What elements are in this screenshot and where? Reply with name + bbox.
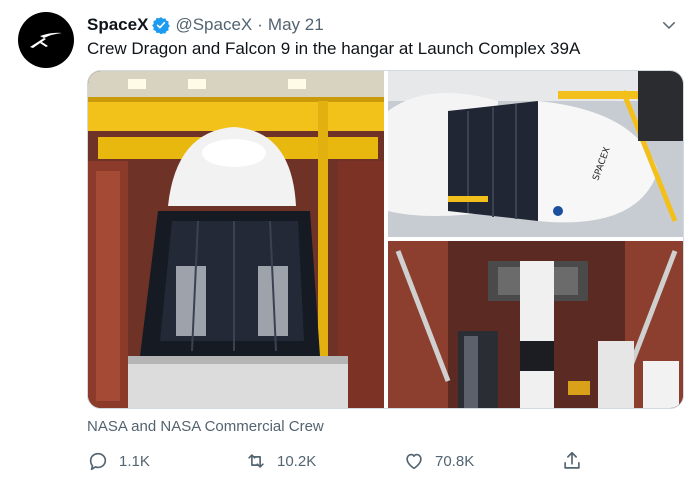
retweet-icon: [248, 454, 264, 468]
photo-dragon-on-falcon[interactable]: SPACEX: [388, 71, 683, 237]
reply-count: 1.1K: [119, 452, 150, 470]
photo-falcon-overhead[interactable]: [388, 241, 683, 408]
reply-button[interactable]: 1.1K: [87, 448, 150, 474]
media-grid[interactable]: SPACEX: [87, 70, 684, 409]
display-name[interactable]: SpaceX: [87, 15, 148, 35]
tweet-header: SpaceX @SpaceX · May 21: [87, 14, 680, 36]
more-options-button[interactable]: [658, 14, 680, 36]
photo-crew-dragon[interactable]: [88, 71, 384, 408]
retweet-button[interactable]: 10.2K: [245, 448, 316, 474]
tweet-text: Crew Dragon and Falcon 9 in the hangar a…: [87, 39, 581, 58]
like-count: 70.8K: [435, 452, 475, 470]
tweet-date[interactable]: May 21: [268, 15, 324, 35]
like-button[interactable]: 70.8K: [403, 448, 474, 474]
separator-dot: ·: [257, 15, 263, 34]
heart-icon: [406, 453, 422, 470]
user-handle[interactable]: @SpaceX: [175, 15, 252, 35]
avatar[interactable]: [18, 12, 74, 68]
media-credit[interactable]: NASA and NASA Commercial Crew: [87, 418, 324, 435]
verified-badge-icon: [152, 16, 171, 34]
tweet-actions: 1.1K 10.2K 70.8K: [87, 448, 587, 474]
retweet-count: 10.2K: [277, 452, 317, 470]
reply-icon: [89, 452, 107, 471]
spacex-logo-icon: [30, 32, 62, 48]
chevron-down-icon: [663, 22, 675, 29]
share-icon: [564, 451, 580, 469]
share-button[interactable]: [561, 448, 583, 474]
